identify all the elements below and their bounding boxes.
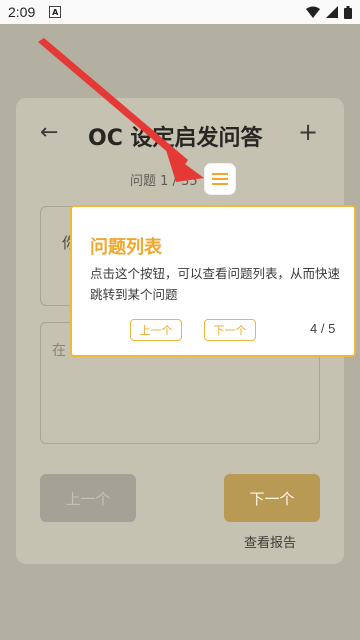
popover-next-button[interactable]: 下一个 [204, 319, 256, 341]
popover-body: 点击这个按钮，可以查看问题列表，从而快速跳转到某个问题 [90, 266, 341, 302]
notification-icon: A [49, 6, 62, 18]
question-list-button[interactable] [205, 164, 235, 194]
popover-prev-button[interactable]: 上一个 [130, 319, 182, 341]
guide-popover: 问题列表 点击这个按钮，可以查看问题列表，从而快速跳转到某个问题 上一个 下一个… [70, 205, 356, 357]
popover-title: 问题列表 [90, 237, 162, 258]
wifi-icon [306, 6, 320, 18]
view-report-link[interactable]: 查看报告 [244, 532, 296, 551]
answer-placeholder: 在 [52, 343, 66, 359]
status-bar: 2:09 A [0, 0, 360, 24]
popover-step-count: 4 / 5 [310, 321, 336, 336]
battery-icon [344, 5, 352, 19]
question-progress: 问题 1 / 35 [130, 174, 198, 189]
signal-icon [326, 6, 338, 18]
menu-icon [212, 173, 228, 185]
prev-question-button[interactable]: 上一个 [40, 474, 136, 522]
back-button[interactable]: ← [40, 120, 58, 145]
page-title: OC 设定启发问答 [88, 126, 263, 151]
add-button[interactable]: + [298, 118, 318, 146]
next-question-button[interactable]: 下一个 [224, 474, 320, 522]
status-time: 2:09 [8, 4, 36, 20]
